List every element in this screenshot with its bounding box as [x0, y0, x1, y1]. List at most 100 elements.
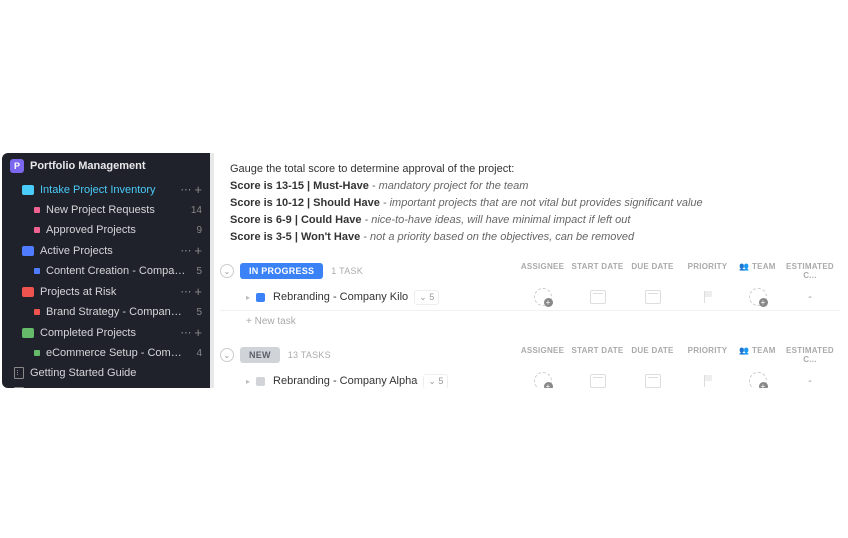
cell-team[interactable]: [735, 372, 780, 388]
sidebar-list-item[interactable]: Approved Projects9: [2, 220, 210, 240]
calendar-icon[interactable]: [590, 374, 606, 388]
add-icon[interactable]: +: [194, 285, 202, 298]
item-count: 14: [191, 205, 202, 216]
assignee-placeholder-icon[interactable]: [534, 288, 552, 306]
sidebar-item-label: Projects at Risk: [40, 286, 174, 298]
main-panel: Gauge the total score to determine appro…: [210, 153, 846, 388]
list-color-icon: [34, 207, 40, 213]
cell-estimated[interactable]: -: [780, 291, 840, 303]
sidebar-list-item[interactable]: eCommerce Setup - Company Echo 4: [2, 343, 210, 363]
column-header[interactable]: PRIORITY: [680, 262, 735, 280]
sidebar-doc[interactable]: Project SOPs: [2, 383, 210, 388]
column-header[interactable]: START DATE: [570, 262, 625, 280]
cell-estimated[interactable]: -: [780, 375, 840, 387]
column-header[interactable]: PRIORITY: [680, 346, 735, 364]
add-icon[interactable]: +: [194, 183, 202, 196]
sidebar-item-actions: ⋯+: [180, 244, 202, 257]
calendar-icon[interactable]: [645, 290, 661, 304]
subtask-count[interactable]: ⌄ 5: [423, 374, 448, 388]
more-icon[interactable]: ⋯: [180, 244, 191, 257]
sidebar-doc[interactable]: Getting Started Guide: [2, 363, 210, 383]
sidebar-item-actions: ⋯+: [180, 285, 202, 298]
sidebar-list-item[interactable]: Brand Strategy - Company Juliet5: [2, 302, 210, 322]
new-task-button[interactable]: + New task: [220, 311, 840, 332]
expand-icon[interactable]: ▸: [246, 377, 250, 386]
flag-icon[interactable]: [702, 375, 714, 387]
list-color-icon: [34, 268, 40, 274]
sidebar-item-actions: ⋯+: [180, 326, 202, 339]
sidebar-folder[interactable]: Active Projects⋯+: [2, 240, 210, 261]
cell-startdate[interactable]: [570, 374, 625, 388]
task-count: 13 TASKS: [288, 350, 331, 360]
scoring-line: Score is 10-12 | Should Have - important…: [230, 195, 830, 212]
sidebar-list-item[interactable]: New Project Requests 14: [2, 200, 210, 220]
more-icon[interactable]: ⋯: [180, 183, 191, 196]
column-header[interactable]: ESTIMATED C...: [780, 346, 840, 364]
status-chip[interactable]: NEW: [240, 347, 280, 363]
sidebar-doc-label: Getting Started Guide: [30, 367, 202, 379]
workspace-logo: P: [10, 159, 24, 173]
sidebar-list-item[interactable]: Content Creation - Company Delta5: [2, 261, 210, 281]
calendar-icon[interactable]: [645, 374, 661, 388]
sidebar-folder[interactable]: Intake Project Inventory⋯+: [2, 179, 210, 200]
add-icon[interactable]: +: [194, 244, 202, 257]
subtask-count[interactable]: ⌄ 5: [414, 290, 439, 305]
task-status-icon[interactable]: [256, 377, 265, 386]
column-header[interactable]: 👥 TEAM: [735, 262, 780, 280]
task-status-icon[interactable]: [256, 293, 265, 302]
calendar-icon[interactable]: [590, 290, 606, 304]
column-header[interactable]: ASSIGNEE: [515, 346, 570, 364]
cell-priority[interactable]: [680, 375, 735, 387]
item-count: 4: [196, 348, 202, 359]
assignee-placeholder-icon[interactable]: [749, 288, 767, 306]
workspace-title: Portfolio Management: [30, 160, 146, 172]
folder-icon: [22, 287, 34, 297]
column-header[interactable]: ASSIGNEE: [515, 262, 570, 280]
group-header: ⌄ IN PROGRESS 1 TASK ASSIGNEESTART DATEDUE …: [220, 258, 840, 284]
estimated-value: -: [808, 291, 812, 303]
cell-duedate[interactable]: [625, 374, 680, 388]
task-row[interactable]: ▸ Rebranding - Company Kilo ⌄ 5 -: [220, 284, 840, 311]
sidebar-item-label: Approved Projects: [46, 224, 186, 236]
scoring-line: Score is 3-5 | Won't Have - not a priori…: [230, 229, 830, 246]
task-name[interactable]: Rebranding - Company Kilo: [273, 291, 408, 303]
column-header[interactable]: START DATE: [570, 346, 625, 364]
collapse-toggle-icon[interactable]: ⌄: [220, 264, 234, 278]
task-name[interactable]: Rebranding - Company Alpha: [273, 375, 417, 387]
cell-assignee[interactable]: [515, 372, 570, 388]
sidebar-item-label: Completed Projects: [40, 327, 174, 339]
column-header[interactable]: DUE DATE: [625, 262, 680, 280]
column-header[interactable]: 👥 TEAM: [735, 346, 780, 364]
task-group: ⌄ NEW 13 TASKS ASSIGNEESTART DATEDUE DATEPR…: [220, 342, 840, 388]
more-icon[interactable]: ⋯: [180, 285, 191, 298]
assignee-placeholder-icon[interactable]: [534, 372, 552, 388]
expand-icon[interactable]: ▸: [246, 293, 250, 302]
document-icon: [14, 367, 24, 379]
sidebar-item-label: eCommerce Setup - Company Echo: [46, 347, 186, 359]
column-header[interactable]: ESTIMATED C...: [780, 262, 840, 280]
cell-duedate[interactable]: [625, 290, 680, 304]
collapse-toggle-icon[interactable]: ⌄: [220, 348, 234, 362]
sidebar-folder[interactable]: Completed Projects ⋯+: [2, 322, 210, 343]
sidebar-folder[interactable]: Projects at Risk ⋯+: [2, 281, 210, 302]
column-header[interactable]: DUE DATE: [625, 346, 680, 364]
sidebar-item-label: Content Creation - Company Delta: [46, 265, 186, 277]
sidebar-items: Intake Project Inventory⋯+New Project Re…: [2, 179, 210, 363]
sidebar-item-actions: ⋯+: [180, 183, 202, 196]
status-chip[interactable]: IN PROGRESS: [240, 263, 323, 279]
cell-startdate[interactable]: [570, 290, 625, 304]
cell-priority[interactable]: [680, 291, 735, 303]
sidebar-item-label: New Project Requests: [46, 204, 181, 216]
add-icon[interactable]: +: [194, 326, 202, 339]
task-row[interactable]: ▸ Rebranding - Company Alpha ⌄ 5 -: [220, 368, 840, 388]
flag-icon[interactable]: [702, 291, 714, 303]
folder-icon: [22, 246, 34, 256]
more-icon[interactable]: ⋯: [180, 326, 191, 339]
cell-team[interactable]: [735, 288, 780, 306]
cell-assignee[interactable]: [515, 288, 570, 306]
column-headers: ASSIGNEESTART DATEDUE DATEPRIORITY👥 TEAM…: [515, 262, 840, 280]
task-count: 1 TASK: [331, 266, 363, 276]
estimated-value: -: [808, 375, 812, 387]
assignee-placeholder-icon[interactable]: [749, 372, 767, 388]
app-frame: P Portfolio Management Intake Project In…: [2, 153, 846, 388]
